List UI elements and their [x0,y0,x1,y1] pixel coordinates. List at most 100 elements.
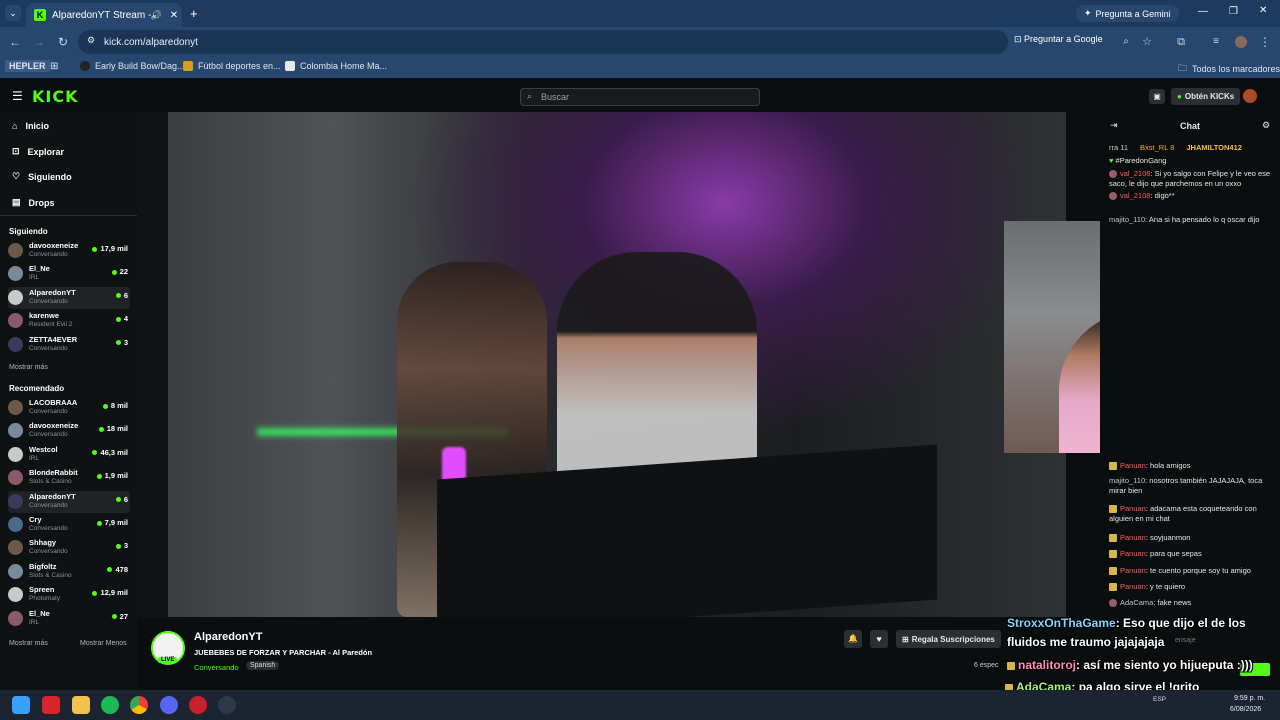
category-link[interactable]: Conversando [194,663,239,672]
file-explorer-icon[interactable] [72,696,90,714]
sidebar-channel[interactable]: Cry Conversando 7,9 mil [8,514,130,536]
channel-name: AlparedonYT [29,287,76,297]
overlay-chat-line: StroxxOnThaGame: Eso que dijo el de los [1007,616,1246,630]
nav-siguiendo[interactable]: ♡ Siguiendo [12,171,72,182]
sidebar-channel[interactable]: karenwe Resident Evil 2 4 [8,310,130,332]
show-less-recommended[interactable]: Mostrar Menos [80,640,127,647]
chat-message: Panuan: para que sepas [1109,549,1274,559]
apps-grid-icon[interactable]: ⊞ [50,61,58,72]
search-input[interactable]: ⌕ Buscar [520,88,760,106]
new-tab-button[interactable]: + [190,6,198,21]
sidebar-channel[interactable]: ZETTA4EVER Conversando 3 [8,334,130,356]
discord-icon[interactable] [160,696,178,714]
nav-explorar[interactable]: ⊡ Explorar [12,146,64,157]
close-tab-icon[interactable]: ✕ [166,10,182,21]
red-app-icon[interactable] [189,696,207,714]
viewer-count: 8 mil [103,401,128,410]
show-more-following[interactable]: Mostrar más [9,364,48,371]
clock-time[interactable]: 9:59 p. m. [1234,695,1265,702]
chat-username[interactable]: AdaCama [1120,598,1153,607]
chat-username[interactable]: val_2108 [1120,191,1150,200]
sidebar-channel[interactable]: davooxeneize Conversando 17,9 mil [8,240,130,262]
collapse-chat-icon[interactable]: ⇥ [1110,120,1118,131]
sidebar-channel[interactable]: BlondeRabbit Slots & Casino 1,9 mil [8,467,130,489]
channel-name: LACOBRAAA [29,398,78,407]
profile-avatar[interactable] [1235,36,1247,48]
sidebar-channel[interactable]: El_Ne IRL 22 [8,263,130,285]
minimize-button[interactable]: — [1198,6,1208,17]
chat-username[interactable]: Panuan [1120,582,1146,591]
sidebar-channel[interactable]: Bigfoltz Slots & Casino 478 [8,561,130,583]
channel-name: Bigfoltz [29,561,57,571]
address-bar[interactable]: ⚙ kick.com/alparedonyt ⊡ Preguntar a Goo… [78,30,1103,54]
steam-icon[interactable] [218,696,236,714]
chat-settings-icon[interactable]: ⚙ [1262,120,1270,131]
overlay-text: fluidos me traumo jajajajaja [1007,635,1165,649]
get-kicks-button[interactable]: ● Obtén KICKs [1171,88,1241,105]
channel-category: Conversando [29,548,68,556]
nav-inicio[interactable]: ⌂ Inicio [12,121,49,131]
extensions-icon[interactable]: ⧉ [1172,33,1190,51]
chat-username[interactable]: majito_110 [1109,476,1145,485]
all-bookmarks-button[interactable]: 🗀 Todos los marcadores [1178,61,1280,77]
sidebar-channel[interactable]: Shhagy Conversando 3 [8,537,130,559]
kick-logo[interactable]: KICK [32,87,79,106]
show-more-recommended[interactable]: Mostrar más [9,640,48,647]
language-indicator[interactable]: ESP [1153,696,1166,703]
live-badge: LIVE [158,657,178,663]
forward-button[interactable]: → [30,33,48,51]
gemini-button[interactable]: ✦ Pregunta a Gemini [1076,5,1179,22]
tab-search-button[interactable]: ⌄ [5,5,21,21]
user-avatar[interactable] [1243,89,1257,103]
chat-username[interactable]: Panuan [1120,461,1146,470]
notification-bell-button[interactable]: 🔔 [844,630,862,648]
clock-date[interactable]: 6/08/2026 [1230,706,1261,713]
bookmark-futbol[interactable]: Fútbol deportes en... [183,61,281,71]
chat-username[interactable]: Panuan [1120,504,1146,513]
theater-mode-icon[interactable]: ▣ [1149,89,1165,104]
viewer-count: 1,9 mil [97,471,128,480]
zoom-icon[interactable]: ⌕ [1117,33,1135,51]
close-window-button[interactable]: ✕ [1259,5,1267,16]
channel-name[interactable]: AlparedonYT [194,631,262,643]
speaker-icon[interactable]: 🔊 [151,10,162,21]
language-tag[interactable]: Spanish [246,661,280,670]
gift-subs-button[interactable]: ⊞ Regala Suscripciones [896,630,1001,648]
reload-button[interactable]: ↻ [54,33,72,51]
hamburger-menu-icon[interactable]: ☰ [12,89,23,103]
sidebar-channel[interactable]: Westcol IRL 46,3 mil [8,444,130,466]
sidebar-channel[interactable]: LACOBRAAA Conversando 8 mil [8,397,130,419]
video-player[interactable] [137,112,1066,617]
viewer-count: 3 [116,541,128,550]
bookmark-hepler[interactable]: HEPLER [5,60,50,72]
menu-dots-icon[interactable]: ⋮ [1256,33,1274,51]
chat-text: : y te quiero [1145,582,1186,591]
chat-username[interactable]: Panuan [1120,533,1146,542]
sidebar-channel[interactable]: AlparedonYT Conversando 6 [8,286,130,309]
restore-button[interactable]: ❐ [1229,6,1238,17]
bookmark-colombia[interactable]: Colombia Home Ma... [285,61,387,71]
youtube-app-icon[interactable] [42,696,60,714]
nav-drops[interactable]: ▤ Drops [12,197,55,208]
sidebar-channel[interactable]: AlparedonYT Conversando 6 [8,490,130,513]
bookmark-early-build[interactable]: Early Build Bow/Dag... [80,61,185,71]
follow-heart-button[interactable]: ♥ [870,630,888,648]
sidebar-channel[interactable]: Spreen Photomaty 12,9 mil [8,584,130,606]
sidebar-channel[interactable]: El_Ne IRL 27 [8,608,130,630]
chat-username[interactable]: Panuan [1120,566,1146,575]
pinned-text: #ParedonGang [1115,156,1167,165]
chrome-icon[interactable] [130,696,148,714]
chat-username[interactable]: majito_110 [1109,215,1145,224]
chat-username[interactable]: val_2108 [1120,169,1150,178]
windows-start-icon[interactable] [12,696,30,714]
sidebar-channel[interactable]: davooxeneize Conversando 18 mil [8,420,130,442]
ask-google-button[interactable]: ⊡ Preguntar a Google [1014,34,1103,45]
back-button[interactable]: ← [6,33,24,51]
chat-username[interactable]: Panuan [1120,549,1146,558]
bookmark-star-icon[interactable]: ☆ [1138,33,1156,51]
browser-tab-active[interactable]: K AlparedonYT Stream - Wat 🔊 ✕ [26,3,182,27]
site-info-icon[interactable]: ⚙ [87,35,95,46]
reading-list-icon[interactable]: ≡ [1207,33,1225,51]
spotify-icon[interactable] [101,696,119,714]
chat-message: majito_110: Ana si ha pensado lo q oscar… [1109,215,1274,225]
